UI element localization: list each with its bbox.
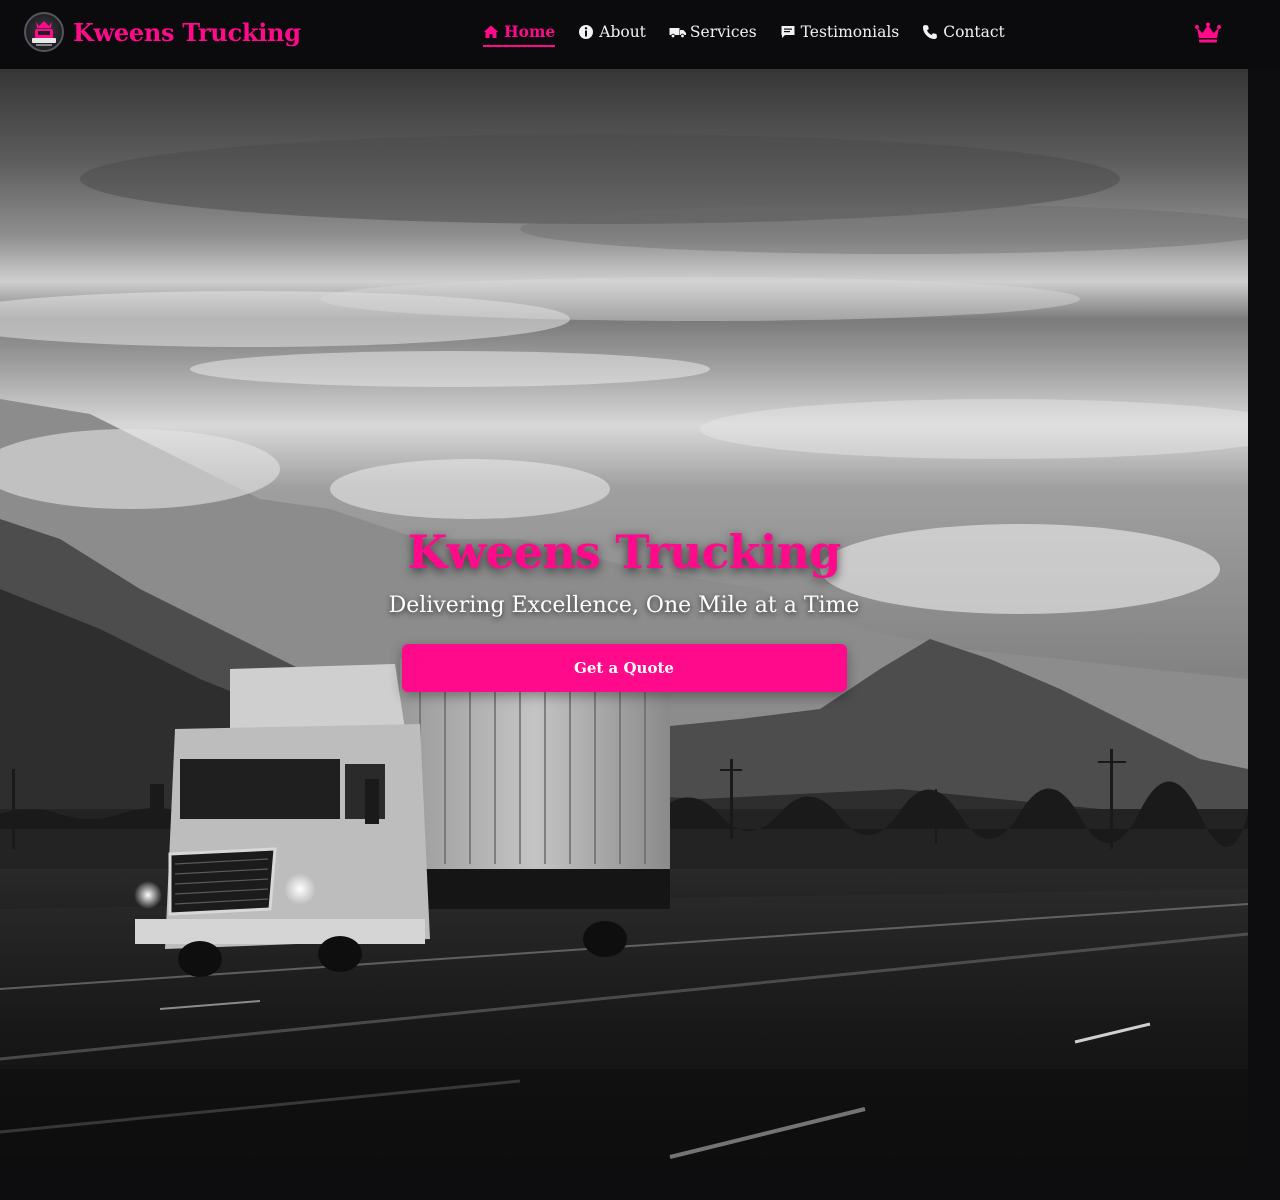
nav-services[interactable]: Services	[669, 23, 757, 44]
crown-icon[interactable]	[1195, 22, 1221, 44]
nav-services-label: Services	[689, 22, 757, 41]
brand-logo	[24, 12, 64, 52]
main-nav: Home About Services Testimonials Contact	[483, 22, 1028, 47]
nav-home[interactable]: Home	[483, 22, 556, 47]
nav-about-label: About	[599, 22, 646, 41]
hero-title: Kweens Trucking	[407, 525, 842, 579]
navbar: Kweens Trucking Home About Services Test…	[0, 0, 1280, 69]
get-quote-button[interactable]: Get a Quote	[401, 644, 847, 692]
phone-icon	[922, 24, 938, 40]
hero-subtitle: Delivering Excellence, One Mile at a Tim…	[388, 593, 860, 618]
nav-testimonials[interactable]: Testimonials	[780, 22, 900, 44]
comment-icon	[780, 24, 796, 40]
nav-contact-label: Contact	[943, 22, 1005, 41]
nav-contact[interactable]: Contact	[922, 23, 1005, 44]
hero-section: Kweens Trucking Delivering Excellence, O…	[0, 69, 1248, 1162]
nav-testimonials-label: Testimonials	[800, 22, 900, 41]
hero-content: Kweens Trucking Delivering Excellence, O…	[0, 525, 1248, 692]
home-icon	[483, 24, 499, 40]
brand-name: Kweens Trucking	[73, 17, 301, 47]
nav-about[interactable]: About	[578, 23, 646, 44]
truck-icon	[669, 24, 686, 40]
nav-home-label: Home	[504, 22, 556, 41]
brand-link[interactable]: Kweens Trucking	[24, 12, 301, 52]
info-icon	[578, 24, 594, 40]
